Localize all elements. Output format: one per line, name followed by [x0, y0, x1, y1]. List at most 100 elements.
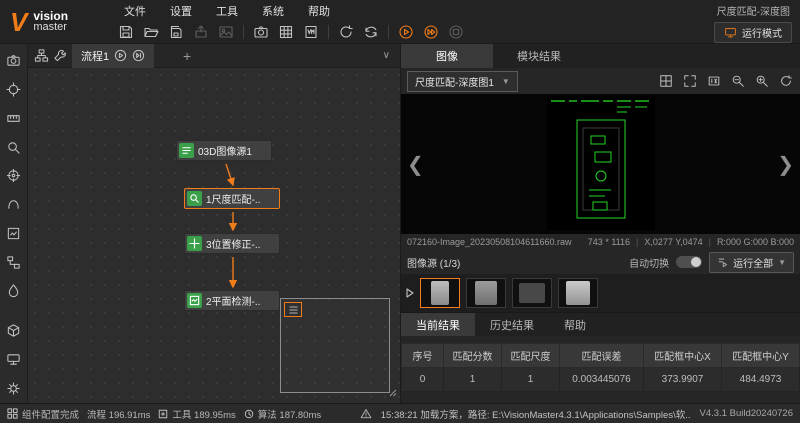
location-crosshair-icon[interactable] [4, 81, 24, 99]
color-droplet-icon[interactable] [4, 282, 24, 300]
wrench-icon[interactable] [53, 48, 68, 63]
menu-file[interactable]: 文件 [112, 3, 158, 19]
run-all-button[interactable]: 运行全部 ▼ [709, 252, 794, 273]
node-menu-chip[interactable] [284, 302, 302, 317]
tool-time-icon [158, 409, 168, 419]
refresh-icon[interactable] [777, 73, 794, 90]
communication-icon[interactable] [4, 351, 24, 369]
tab-history-result[interactable]: 历史结果 [475, 313, 549, 336]
node-label: 03D图像源1 [198, 143, 252, 158]
col-center-y: 匹配框中心Y [722, 344, 800, 368]
recognition-magnifier-icon[interactable] [4, 138, 24, 156]
zoom-out-icon[interactable] [729, 73, 746, 90]
auto-switch-toggle[interactable] [676, 256, 702, 268]
measure-ruler-icon[interactable] [4, 110, 24, 128]
col-match-scale: 匹配尺度 [502, 344, 560, 368]
split-grid-icon[interactable] [657, 73, 674, 90]
flow-tab-label: 流程1 [81, 48, 109, 64]
flow-node-scale-match[interactable]: 1尺度匹配-.. [184, 188, 280, 209]
node-detect-icon [187, 293, 202, 308]
node-label: 3位置修正-.. [206, 236, 260, 251]
tab-flow1[interactable]: 流程1 [72, 44, 154, 68]
algorithm-time-icon [244, 409, 254, 419]
open-folder-icon[interactable] [141, 23, 161, 42]
settings-gear-icon[interactable] [4, 379, 24, 397]
image-source-dropdown[interactable]: 尺度匹配-深度图1 ▼ [407, 71, 518, 92]
menu-system[interactable]: 系统 [250, 3, 296, 19]
chevron-down-icon[interactable]: ∨ [383, 50, 394, 61]
monitor-icon [724, 26, 737, 39]
cell-index: 0 [402, 368, 444, 392]
chevron-down-icon: ▼ [778, 258, 786, 267]
logic-flow-icon[interactable] [4, 253, 24, 271]
canvas-resize-grip[interactable] [388, 388, 397, 400]
node-position-icon [187, 236, 202, 251]
menu-tools[interactable]: 工具 [204, 3, 250, 19]
result-tabs: 当前结果 历史结果 帮助 [401, 312, 800, 336]
thumbnail-2[interactable] [466, 278, 506, 308]
rotate-icon[interactable] [336, 23, 356, 42]
col-index: 序号 [402, 344, 444, 368]
node-match-icon [187, 191, 202, 206]
tool-sidebar [0, 44, 28, 403]
image-viewer[interactable]: ❮ ❯ [401, 94, 800, 234]
acquisition-camera-icon[interactable] [4, 52, 24, 70]
play-strip-icon[interactable] [406, 288, 414, 298]
flow-node-position-fix[interactable]: 3位置修正-.. [184, 233, 280, 254]
thumbnail-1[interactable] [420, 278, 460, 308]
tab-image[interactable]: 图像 [401, 44, 493, 68]
save-icon[interactable] [116, 23, 136, 42]
thumbnail-strip [401, 274, 800, 312]
image-icon[interactable] [216, 23, 236, 42]
contour-curve-icon[interactable] [4, 196, 24, 214]
visionmaster-app: V vision master 文件 设置 工具 系统 帮助 尺度匹配-深度图 [0, 0, 800, 423]
hierarchy-icon[interactable] [34, 48, 49, 63]
run-once-icon[interactable] [396, 23, 416, 42]
depth-image [547, 96, 655, 230]
flow-canvas[interactable]: 03D图像源1 1尺度匹配-.. 3位置修正-.. 2平面检测-.. [28, 68, 400, 403]
run-all-label: 运行全部 [733, 255, 773, 270]
add-flow-tab-button[interactable]: + [178, 48, 196, 64]
flow-tabbar: 流程1 + ∨ [28, 44, 400, 68]
calibration-target-icon[interactable] [4, 167, 24, 185]
table-row[interactable]: 0 1 1 0.003445076 373.9907 484.4973 657.… [402, 368, 800, 392]
save-as-icon[interactable] [166, 23, 186, 42]
vm-doc-icon[interactable] [301, 23, 321, 42]
prev-image-arrow[interactable]: ❮ [403, 146, 428, 182]
toolbar-separator [328, 25, 329, 39]
table-header-row: 序号 匹配分数 匹配尺度 匹配误差 匹配框中心X 匹配框中心Y 匹配框宽 [402, 344, 800, 368]
menu-help[interactable]: 帮助 [296, 3, 342, 19]
flow-node-3d-image-source[interactable]: 03D图像源1 [176, 140, 272, 161]
menu-settings[interactable]: 设置 [158, 3, 204, 19]
stop-icon[interactable] [446, 23, 466, 42]
defect-detect-icon[interactable] [4, 225, 24, 243]
camera-icon[interactable] [251, 23, 271, 42]
col-match-error: 匹配误差 [560, 344, 644, 368]
thumbnail-3[interactable] [512, 278, 552, 308]
run-continuous-icon[interactable] [421, 23, 441, 42]
fit-window-icon[interactable] [681, 73, 698, 90]
zoom-in-icon[interactable] [753, 73, 770, 90]
loop-icon[interactable] [361, 23, 381, 42]
algorithm-time: 算法 187.80ms [258, 407, 321, 421]
run-flow-once-icon[interactable] [114, 49, 127, 62]
tab-help[interactable]: 帮助 [549, 313, 601, 336]
flow-panel: 流程1 + ∨ [28, 44, 400, 403]
actual-size-icon[interactable] [705, 73, 722, 90]
next-image-arrow[interactable]: ❯ [773, 146, 798, 182]
flow-node-plane-detect[interactable]: 2平面检测-.. [184, 290, 280, 311]
logo-v-icon: V [10, 9, 27, 35]
tab-module-result[interactable]: 模块结果 [493, 44, 585, 68]
tab-current-result[interactable]: 当前结果 [401, 313, 475, 336]
image-result-tabs: 图像 模块结果 [401, 44, 800, 68]
result-table: 序号 匹配分数 匹配尺度 匹配误差 匹配框中心X 匹配框中心Y 匹配框宽 0 1 [401, 343, 800, 392]
status-message: 15:38:21 加载方案，路径: E:\VisionMaster4.3.1\A… [381, 407, 691, 421]
run-mode-button[interactable]: 运行模式 [714, 22, 792, 43]
main-toolbar [112, 23, 466, 42]
export-icon[interactable] [191, 23, 211, 42]
run-flow-continuous-icon[interactable] [132, 49, 145, 62]
3d-cube-icon[interactable] [4, 322, 24, 340]
thumbnail-4[interactable] [558, 278, 598, 308]
grid-icon[interactable] [276, 23, 296, 42]
result-table-wrap: 序号 匹配分数 匹配尺度 匹配误差 匹配框中心X 匹配框中心Y 匹配框宽 0 1 [401, 336, 800, 403]
